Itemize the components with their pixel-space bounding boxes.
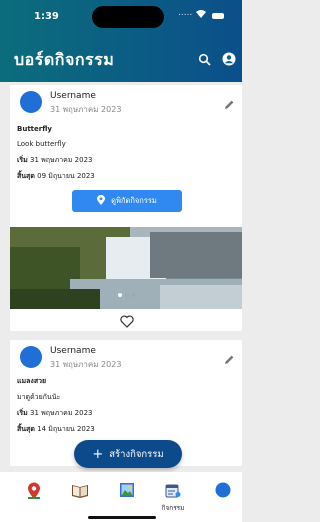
activity-title: Butterfly <box>17 125 52 133</box>
activity-description: Look butterfly <box>17 140 66 148</box>
battery-icon <box>212 13 224 19</box>
search-icon[interactable] <box>198 52 212 66</box>
start-label: เริ่ม <box>17 409 28 417</box>
edit-icon[interactable] <box>223 96 235 109</box>
start-date-row: เริ่ม 31 พฤษภาคม 2023 <box>17 408 93 419</box>
nav-profile[interactable] <box>210 482 236 512</box>
carousel-indicator <box>118 293 136 297</box>
start-date: 31 พฤษภาคม 2023 <box>30 409 93 417</box>
nav-map[interactable] <box>21 482 47 512</box>
end-date-row: สิ้นสุด 09 มิถุนายน 2023 <box>17 171 95 182</box>
view-location-label: ดูพิกัดกิจกรรม <box>111 196 157 205</box>
end-label: สิ้นสุด <box>17 172 35 180</box>
activity-card[interactable]: Username 31 พฤษภาคม 2023 Butterfly Look … <box>10 85 242 331</box>
avatar[interactable] <box>20 346 42 368</box>
app-bar: บอร์ดกิจกรรม <box>0 34 242 82</box>
signal-dots: ..... <box>178 8 193 18</box>
activity-title: แมลงสวย <box>17 377 47 385</box>
start-date: 31 พฤษภาคม 2023 <box>30 156 93 164</box>
start-label: เริ่ม <box>17 156 28 164</box>
end-date: 14 มิถุนายน 2023 <box>37 425 95 433</box>
create-activity-button[interactable]: + สร้างกิจกรรม <box>74 440 182 468</box>
nav-book[interactable] <box>67 482 93 512</box>
home-indicator <box>88 516 156 519</box>
like-heart-icon[interactable] <box>120 313 134 328</box>
start-date-row: เริ่ม 31 พฤษภาคม 2023 <box>17 155 93 166</box>
picture-icon <box>119 482 135 502</box>
create-activity-label: สร้างกิจกรรม <box>109 448 164 460</box>
status-bar: 1:39 ..... <box>0 0 242 34</box>
activity-description: มาดูด้วยกันนัะ <box>17 393 61 401</box>
map-pin-icon <box>26 482 42 504</box>
end-date-row: สิ้นสุด 14 มิถุนายน 2023 <box>17 424 95 435</box>
nav-activities-label: กิจกรรม <box>161 504 185 512</box>
plus-icon: + <box>92 446 104 462</box>
activity-board-icon <box>165 482 181 502</box>
profile-icon <box>215 482 231 502</box>
page-title: บอร์ดกิจกรรม <box>14 50 115 69</box>
location-pin-icon <box>97 194 106 207</box>
end-label: สิ้นสุด <box>17 425 35 433</box>
username: Username <box>50 346 96 356</box>
posted-date: 31 พฤษภาคม 2023 <box>50 360 122 369</box>
username: Username <box>50 91 96 101</box>
dynamic-island <box>92 6 164 28</box>
end-date: 09 มิถุนายน 2023 <box>37 172 95 180</box>
edit-icon[interactable] <box>223 351 235 364</box>
account-icon[interactable] <box>222 51 236 66</box>
nav-activities[interactable]: กิจกรรม <box>160 482 186 512</box>
book-icon <box>71 482 89 502</box>
bottom-navigation: กิจกรรม <box>0 472 242 522</box>
nav-picture[interactable] <box>114 482 140 512</box>
wifi-icon <box>196 10 206 21</box>
posted-date: 31 พฤษภาคม 2023 <box>50 105 122 114</box>
avatar[interactable] <box>20 91 42 113</box>
status-time: 1:39 <box>34 11 59 22</box>
view-location-button[interactable]: ดูพิกัดกิจกรรม <box>72 190 182 212</box>
